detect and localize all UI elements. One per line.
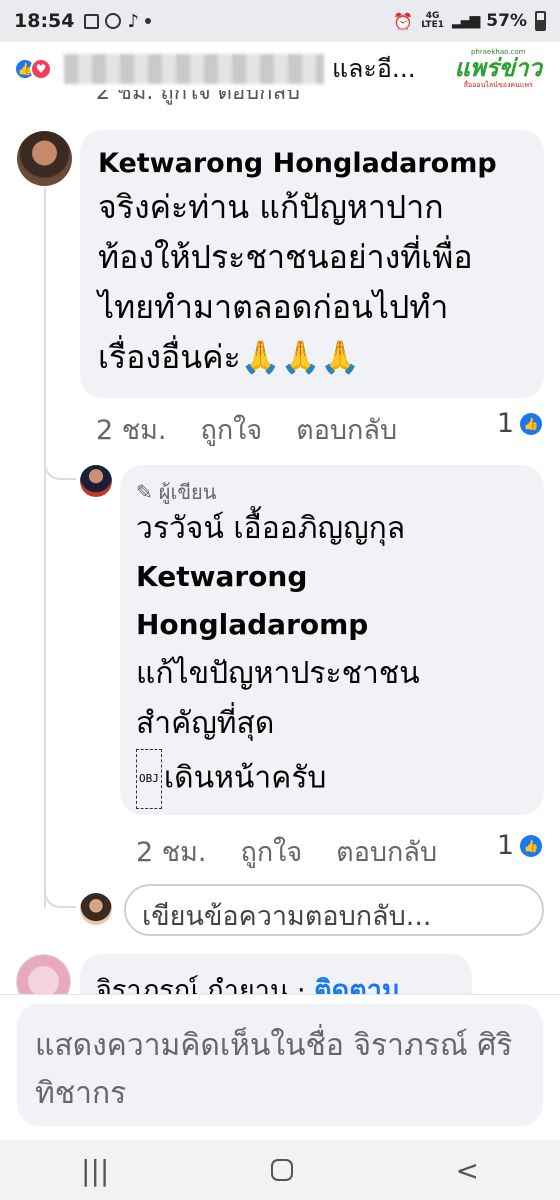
notification-dot-icon [144,18,151,24]
comment-line: ไทยทำมาตลอดก่อนไปทำ [98,288,449,326]
mention-link[interactable]: Ketwarong [136,553,528,601]
author-badge: ✎ ผู้เขียน [136,480,217,504]
thread-line [44,188,46,908]
data-saver-icon [105,13,122,29]
status-icons: ♪ [84,11,151,32]
alarm-icon: ⏰ [393,11,414,31]
comment-author[interactable]: Ketwarong Hongladaromp [98,146,526,182]
comment-bubble[interactable]: Ketwarong Hongladaromp จริงค่ะท่าน แก้ปั… [80,130,544,398]
thread-branch [44,868,76,908]
comment-actions: 2 ชม. ถูกใจ ตอบกลับ [96,408,397,451]
like-reaction-icon: 👍 [520,834,542,857]
tiktok-icon: ♪ [127,10,139,32]
like-button[interactable]: ถูกใจ [200,408,262,451]
reaction-count[interactable]: 1 👍 [497,408,542,439]
comment-composer[interactable]: แสดงความคิดเห็นในชื่อ จิราภรณ์ ศิริทิชาก… [17,1004,543,1126]
reactors-suffix: และอี... [332,54,416,83]
reply-time: 2 ชม. [136,837,207,868]
like-button[interactable]: ถูกใจ [240,830,302,873]
watermark-logo: phraekhao.com แพร่ข่าว สื่อออนไลน์ของคนแ… [454,48,542,89]
comment-line: จริงค่ะท่าน แก้ปัญหาปาก [98,188,444,226]
signal-icon: ▂▄▆ [451,13,480,29]
pencil-icon: ✎ [136,480,153,504]
reply-button[interactable]: ตอบกลับ [336,830,437,873]
reply-line: แก้ไขปัญหาประชาชน [136,656,420,691]
reply-bubble[interactable]: ✎ ผู้เขียน วรวัจน์ เอื้ออภิญญกุล Ketwaro… [120,465,544,815]
battery-icon [535,11,546,31]
status-time: 18:54 [14,10,75,32]
status-right: ⏰ 4G LTE1 ▂▄▆ 57% [393,11,546,31]
love-reaction-icon: ♥ [30,58,52,80]
reply-input[interactable]: เขียนข้อความตอบกลับ... [124,884,544,936]
avatar[interactable] [80,465,112,497]
back-button[interactable]: < [455,1154,478,1187]
obj-placeholder-icon: OBJ [136,749,162,809]
home-button[interactable] [271,1159,294,1181]
reaction-count[interactable]: 1 👍 [497,830,542,861]
carrier-label: 4G LTE1 [421,11,444,30]
comment-line: เรื่องอื่นค่ะ🙏🙏🙏 [98,338,361,376]
thread-branch [44,440,76,480]
reply-line: สำคัญที่สุด [136,706,275,741]
avatar[interactable] [17,131,72,186]
recent-apps-button[interactable]: ||| [81,1154,109,1187]
mention-link[interactable]: Hongladaromp [136,601,528,649]
reply-actions: 2 ชม. ถูกใจ ตอบกลับ [136,830,437,873]
avatar [80,893,112,925]
reply-author[interactable]: วรวัจน์ เอื้ออภิญญกุล [136,505,528,553]
gallery-icon [84,13,100,29]
status-bar: 18:54 ♪ ⏰ 4G LTE1 ▂▄▆ 57% [0,0,560,42]
previous-comment-actions: 2 ชม. ถูกใจ ตอบกลับ [96,90,300,105]
blurred-names [64,54,324,84]
like-reaction-icon: 👍 [520,412,542,435]
comment-line: ท้องให้ประชาชนอย่างที่เพื่อ [98,238,473,276]
reply-button[interactable]: ตอบกลับ [296,408,397,451]
android-nav-bar: ||| < [0,1140,560,1200]
reply-line: OBJ เดินหน้าครับ [136,749,528,809]
battery-percent: 57% [486,11,527,31]
comment-time: 2 ชม. [96,415,167,446]
